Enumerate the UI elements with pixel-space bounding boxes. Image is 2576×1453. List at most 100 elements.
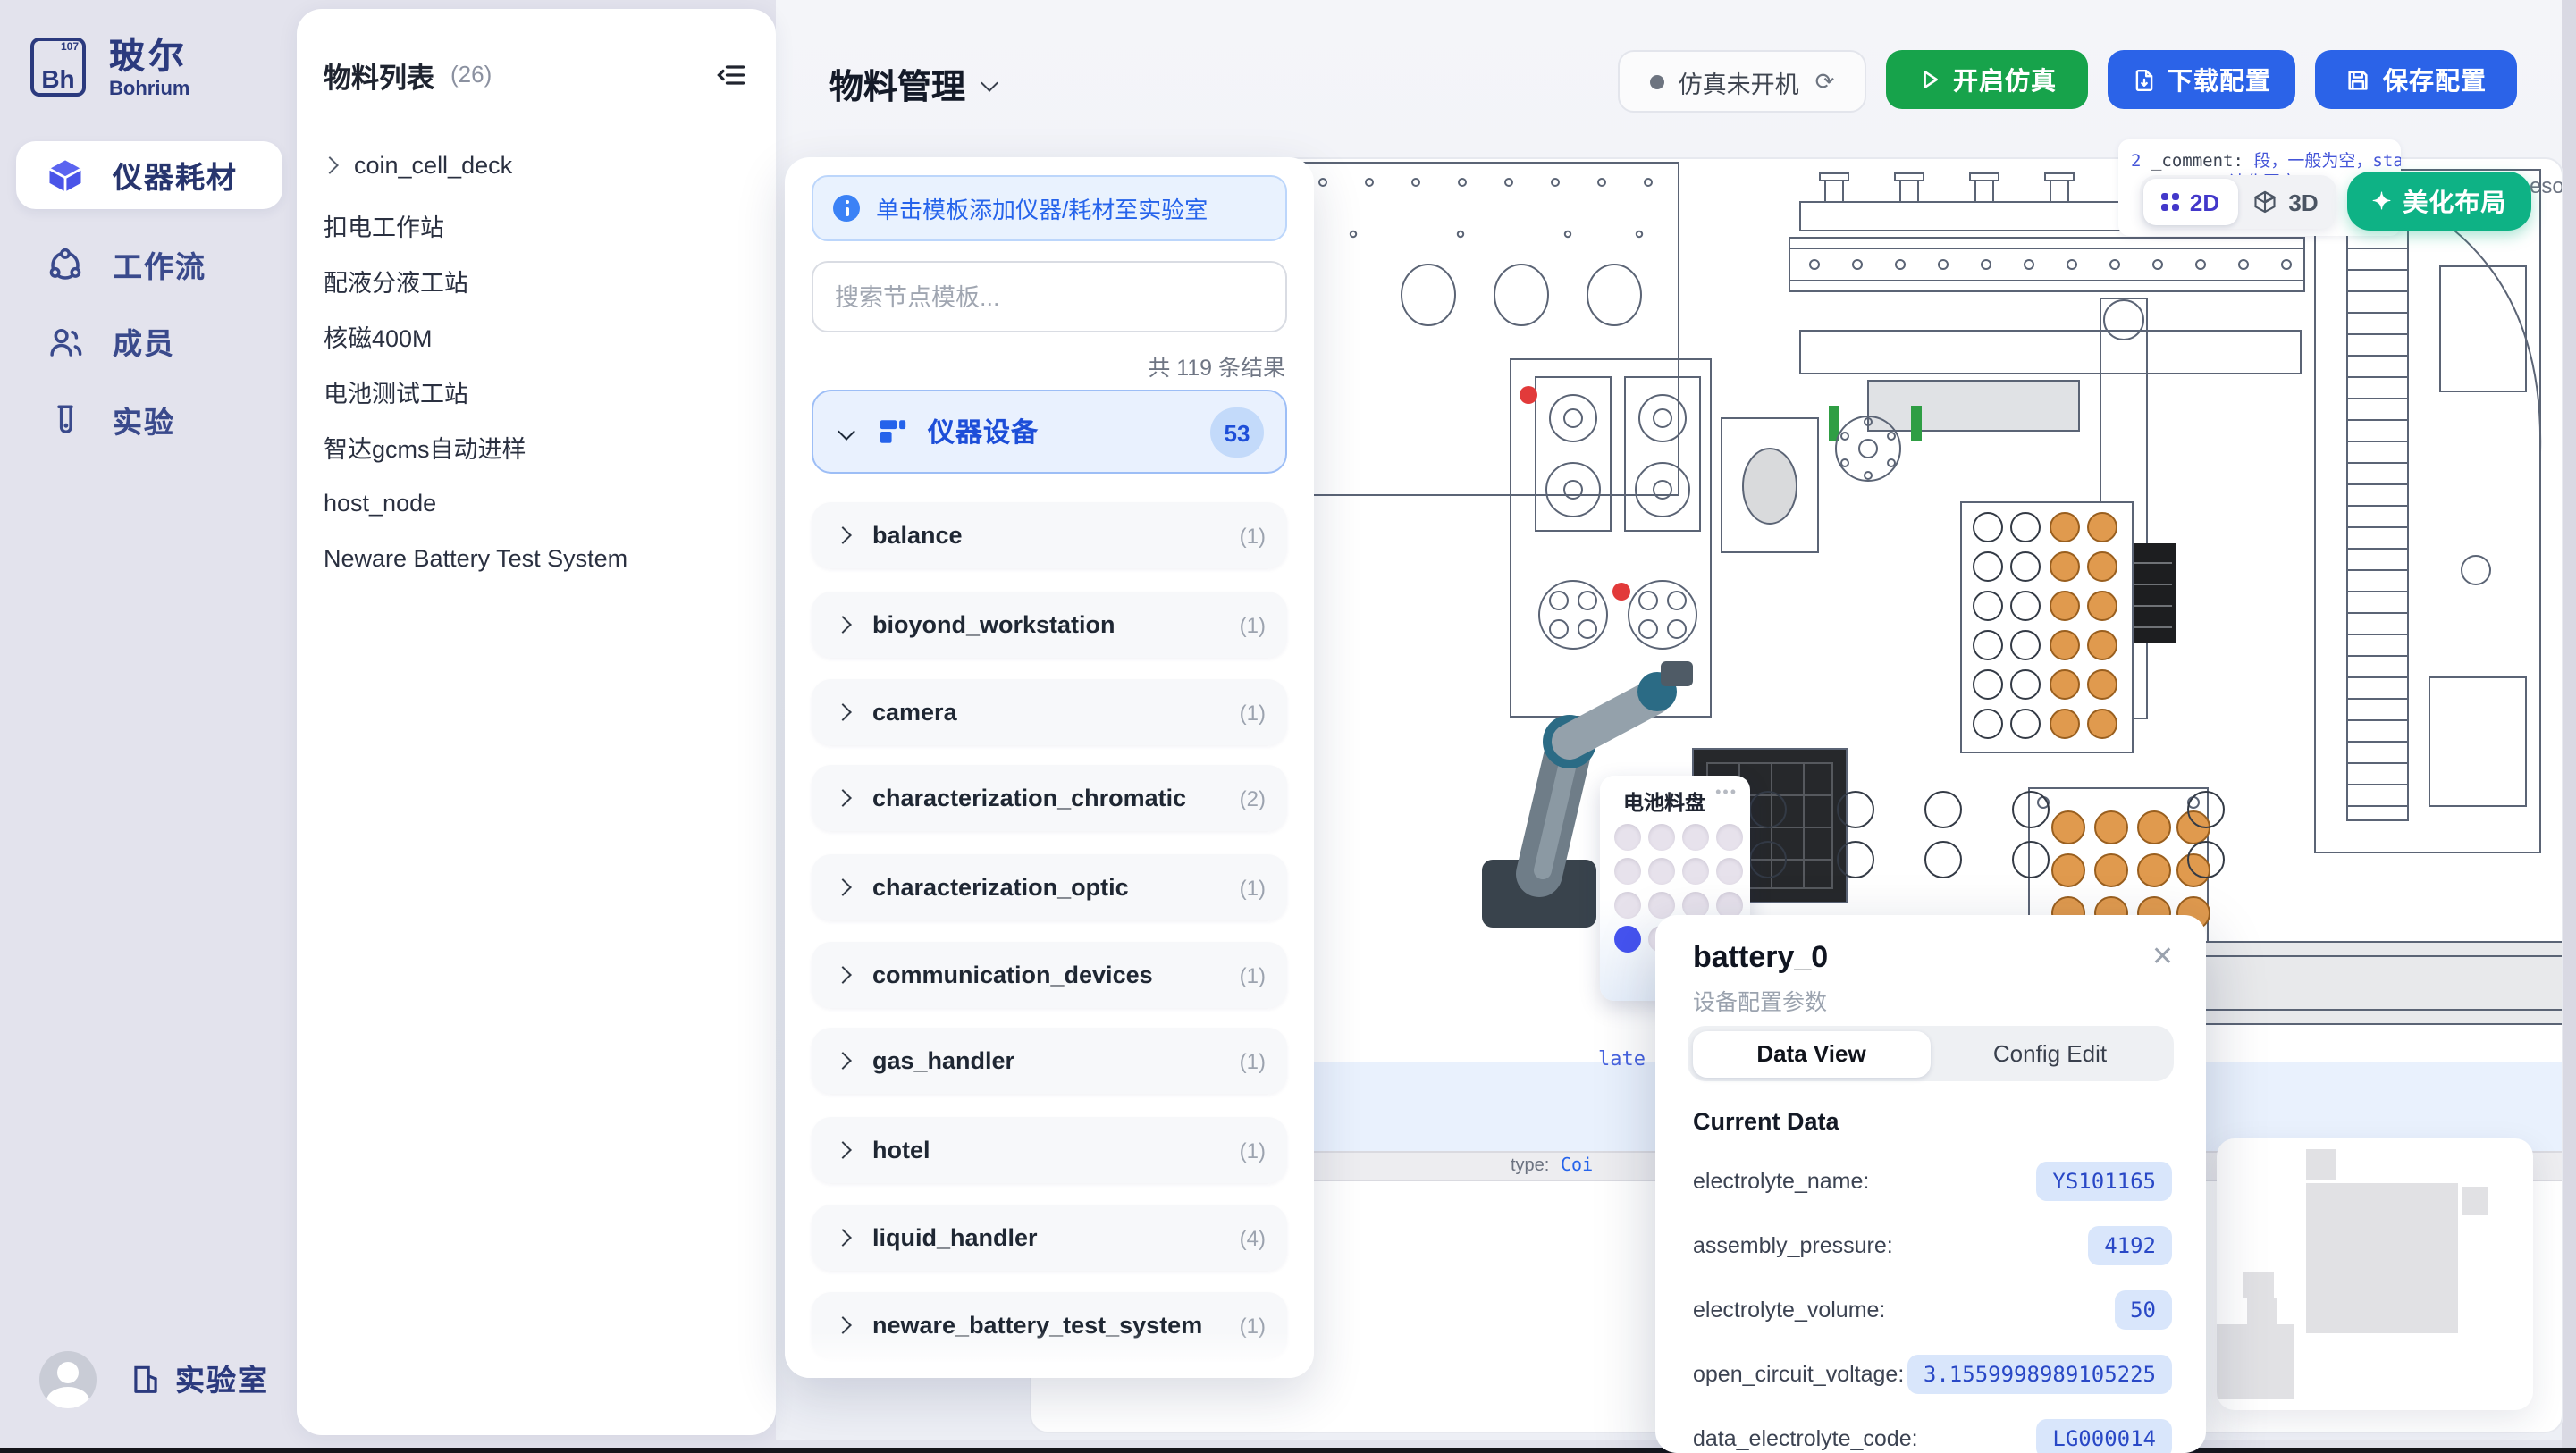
template-row-balance[interactable]: balance(1)	[812, 502, 1287, 568]
sidebar-item-workflow[interactable]: 工作流	[16, 231, 282, 298]
page-edge-strip	[2562, 0, 2576, 1453]
beautify-layout-button[interactable]: ✦ 美化布局	[2347, 172, 2531, 231]
template-count: (1)	[1240, 523, 1266, 548]
material-item[interactable]: 核磁400M	[324, 313, 749, 359]
tray-slot[interactable]	[1648, 858, 1675, 885]
sidebar-item-instruments[interactable]: 仪器耗材	[16, 141, 282, 209]
download-config-button[interactable]: 下载配置	[2108, 50, 2295, 109]
minimap[interactable]	[2217, 1138, 2533, 1410]
material-item[interactable]: 电池测试工站	[324, 368, 749, 415]
minimap-block	[2243, 1272, 2274, 1298]
material-item[interactable]: 配液分液工站	[324, 257, 749, 304]
chevron-right-icon	[834, 703, 852, 721]
material-item-expandable[interactable]: coin_cell_deck	[324, 141, 749, 188]
template-row-camera[interactable]: camera(1)	[812, 679, 1287, 745]
group-instruments[interactable]: 仪器设备 53	[812, 390, 1287, 474]
tray-slot-selected[interactable]	[1614, 926, 1641, 953]
template-row-chromatic[interactable]: characterization_chromatic(2)	[812, 765, 1287, 831]
mode-2d-button[interactable]: 2D	[2143, 179, 2238, 225]
minimap-block	[2306, 1183, 2458, 1333]
template-name: camera	[872, 699, 957, 726]
logo-text: Bh	[41, 64, 74, 93]
chevron-down-icon	[838, 423, 855, 441]
start-simulation-button[interactable]: 开启仿真	[1886, 50, 2088, 109]
template-row-neware[interactable]: neware_battery_test_system(1)	[812, 1292, 1287, 1358]
template-row-bioyond[interactable]: bioyond_workstation(1)	[812, 592, 1287, 658]
mode-2d-label: 2D	[2190, 189, 2219, 215]
chevron-right-icon	[834, 526, 852, 544]
chevron-right-icon	[834, 1316, 852, 1334]
template-count: (1)	[1240, 1138, 1266, 1163]
page-title-dropdown[interactable]: 物料管理	[829, 61, 996, 109]
brand-name-en: Bohrium	[109, 79, 189, 100]
tray-slot[interactable]	[1716, 824, 1743, 851]
brand-logo[interactable]: 107 Bh 玻尔 Bohrium	[30, 38, 189, 100]
template-row-liquid[interactable]: liquid_handler(4)	[812, 1205, 1287, 1271]
avatar[interactable]	[39, 1351, 97, 1408]
material-item-label: 配液分液工站	[324, 263, 468, 298]
tray-slot[interactable]	[1648, 824, 1675, 851]
close-icon[interactable]: ✕	[2151, 944, 2174, 970]
beautify-label: 美化布局	[2403, 183, 2506, 219]
template-count: (1)	[1240, 1313, 1266, 1338]
tray-slot[interactable]	[1614, 824, 1641, 851]
download-file-icon	[2132, 67, 2155, 92]
template-row-gas[interactable]: gas_handler(1)	[812, 1028, 1287, 1094]
template-name: characterization_chromatic	[872, 785, 1186, 811]
material-item[interactable]: 扣电工作站	[324, 202, 749, 248]
template-row-hotel[interactable]: hotel(1)	[812, 1117, 1287, 1183]
material-item-label: 扣电工作站	[324, 207, 444, 243]
materials-title: 物料列表	[324, 57, 434, 97]
template-count: (4)	[1240, 1225, 1266, 1250]
sidebar-item-experiments[interactable]: 实验	[16, 386, 282, 454]
field-row: data_electrolyte_code:LG000014	[1693, 1417, 2172, 1453]
field-label: assembly_pressure:	[1693, 1233, 1893, 1258]
field-row: assembly_pressure:4192	[1693, 1224, 2172, 1267]
search-input[interactable]	[812, 261, 1287, 332]
template-row-communication[interactable]: communication_devices(1)	[812, 942, 1287, 1008]
template-row-optic[interactable]: characterization_optic(1)	[812, 854, 1287, 920]
view-mode-toggle: 2D 3D	[2140, 175, 2336, 229]
template-name: bioyond_workstation	[872, 611, 1115, 638]
tray-slot[interactable]	[1682, 858, 1709, 885]
tab-data-view[interactable]: Data View	[1692, 1030, 1931, 1077]
bohrium-logo-icon: 107 Bh	[30, 38, 86, 97]
chevron-down-icon	[981, 73, 998, 91]
workflow-icon	[46, 246, 84, 283]
tray-menu-icon[interactable]: •••	[1715, 783, 1738, 801]
chevron-right-icon	[321, 155, 339, 173]
save-button-label: 保存配置	[2383, 62, 2487, 97]
template-hint-banner: 单击模板添加仪器/耗材至实验室	[812, 175, 1287, 241]
simulation-status-pill[interactable]: 仿真未开机 ⟳	[1618, 50, 1866, 113]
sidebar-item-members[interactable]: 成员	[16, 307, 282, 375]
minimap-block	[2247, 1298, 2277, 1324]
page-title: 物料管理	[829, 61, 965, 109]
refresh-icon[interactable]: ⟳	[1815, 70, 1835, 93]
minimap-block	[2306, 1149, 2336, 1180]
material-item[interactable]: 智达gcms自动进样	[324, 424, 749, 470]
material-item-label: 智达gcms自动进样	[324, 429, 526, 465]
collapse-panel-icon[interactable]	[715, 59, 747, 91]
field-label: electrolyte_volume:	[1693, 1298, 1885, 1323]
group-label: 仪器设备	[928, 413, 1039, 450]
material-item[interactable]: host_node	[324, 479, 749, 525]
materials-count: (26)	[450, 61, 492, 88]
save-config-button[interactable]: 保存配置	[2315, 50, 2517, 109]
tray-slot[interactable]	[1614, 892, 1641, 919]
lab-switcher[interactable]: 实验室	[129, 1356, 269, 1399]
mode-3d-button[interactable]: 3D	[2238, 179, 2333, 225]
tray-slot[interactable]	[1648, 892, 1675, 919]
tab-config-edit[interactable]: Config Edit	[1931, 1030, 2169, 1077]
material-item[interactable]: Neware Battery Test System	[324, 534, 749, 581]
tray-slot[interactable]	[1716, 858, 1743, 885]
tray-slot[interactable]	[1682, 824, 1709, 851]
test-tube-icon	[46, 401, 84, 439]
cube-icon	[46, 156, 84, 194]
field-value: LG000014	[2036, 1419, 2172, 1453]
material-item-label: coin_cell_deck	[354, 151, 512, 178]
group-count-badge: 53	[1210, 407, 1264, 458]
sidebar-item-label: 成员	[113, 320, 175, 363]
info-icon	[833, 195, 860, 222]
tray-slot[interactable]	[1614, 858, 1641, 885]
grid-2d-icon	[2162, 194, 2179, 211]
